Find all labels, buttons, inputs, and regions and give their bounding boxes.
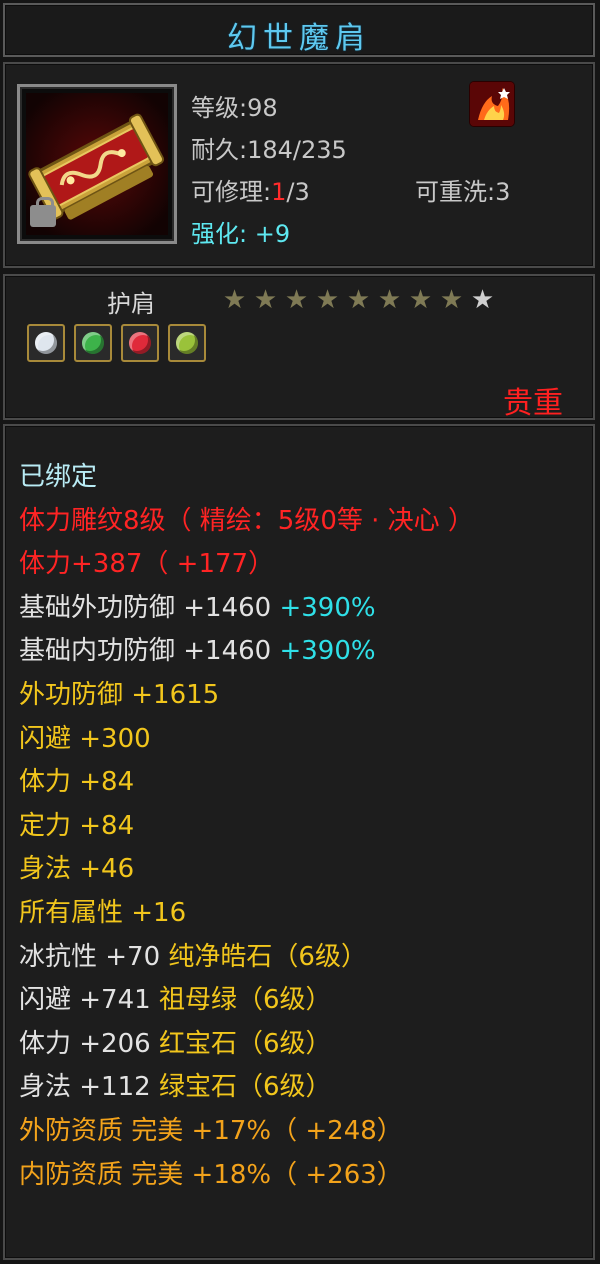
item-header-panel: 等级:98 耐久:184/235 可修理:1/3 可重洗:3 强化: +9 xyxy=(3,62,595,268)
rarity-label: 贵重 xyxy=(503,386,563,421)
stat-label: 基础外功防御 +1460 xyxy=(19,593,280,623)
item-level: 等级:98 xyxy=(191,94,278,122)
item-stats-panel: 已绑定 体力雕纹8级（ 精绘：5级0等 · 决心 ） 体力+387（ +177）… xyxy=(3,424,595,1260)
bound-status: 已绑定 xyxy=(19,462,98,492)
stat-percent: +390% xyxy=(279,593,376,623)
gem-name: 绿宝石（6级） xyxy=(158,1072,332,1102)
gem-name: 纯净皓石（6级） xyxy=(168,942,367,972)
gem-name: 红宝石（6级） xyxy=(158,1029,332,1059)
repair-label: 可修理: xyxy=(191,178,272,206)
stamina-stat: 体力 +84 xyxy=(19,767,135,797)
star-lit-icon: ★ xyxy=(315,285,340,315)
green-peridot-gem-icon[interactable] xyxy=(168,324,206,362)
gem-sockets xyxy=(27,324,215,366)
stat-label: 体力 +206 xyxy=(19,1029,159,1059)
inner-defense-aptitude: 内防资质 完美 +18%（ +263） xyxy=(19,1160,403,1190)
gem-stat-dodge: 闪避 +741 祖母绿（6级） xyxy=(19,979,332,1016)
item-title-bar: 幻世魔肩 xyxy=(3,3,595,57)
fire-school-icon xyxy=(470,82,514,126)
stat-label: 身法 +112 xyxy=(19,1072,159,1102)
repair-used: 1 xyxy=(271,178,287,206)
gem-name: 祖母绿（6级） xyxy=(158,985,332,1015)
stat-label: 基础内功防御 +1460 xyxy=(19,636,280,666)
gem-stat-stamina: 体力 +206 红宝石（6级） xyxy=(19,1023,332,1060)
item-repair-count: 可修理:1/3 xyxy=(191,172,310,207)
item-durability: 耐久:184/235 xyxy=(191,136,347,164)
item-enhance: 强化: +9 xyxy=(191,214,290,249)
agility-stat: 身法 +46 xyxy=(19,854,135,884)
outer-defense-aptitude: 外防资质 完美 +17%（ +248） xyxy=(19,1116,403,1146)
star-lit-icon: ★ xyxy=(222,285,247,315)
all-attributes-stat: 所有属性 +16 xyxy=(19,898,187,928)
star-lit-icon: ★ xyxy=(284,285,309,315)
dodge-stat: 闪避 +300 xyxy=(19,724,151,754)
engraving-stamina-stat: 体力+387（ +177） xyxy=(19,549,275,579)
stat-percent: +390% xyxy=(279,636,376,666)
star-empty-icon: ★ xyxy=(470,285,495,315)
base-outer-defense-stat: 基础外功防御 +1460 +390% xyxy=(19,587,376,624)
engraving-line: 体力雕纹8级（ 精绘：5级0等 · 决心 ） xyxy=(19,506,474,536)
white-diamond-gem-icon[interactable] xyxy=(27,324,65,362)
repair-total: /3 xyxy=(286,178,310,206)
equipment-slot-label: 护肩 xyxy=(107,290,155,318)
stat-label: 闪避 +741 xyxy=(19,985,159,1015)
focus-stat: 定力 +84 xyxy=(19,811,135,841)
item-slot-panel: 护肩 ★ ★ ★ ★ ★ ★ ★ ★ ★ 贵重 xyxy=(3,274,595,421)
base-inner-defense-stat: 基础内功防御 +1460 +390% xyxy=(19,630,376,667)
enhance-value: +9 xyxy=(254,220,291,248)
star-lit-icon: ★ xyxy=(377,285,402,315)
star-lit-icon: ★ xyxy=(346,285,371,315)
item-icon-frame[interactable] xyxy=(17,84,177,244)
green-emerald-gem-icon[interactable] xyxy=(74,324,112,362)
red-ruby-gem-icon[interactable] xyxy=(121,324,159,362)
item-rewash-count: 可重洗:3 xyxy=(415,178,511,206)
stat-label: 冰抗性 +70 xyxy=(19,942,169,972)
gem-stat-agility: 身法 +112 绿宝石（6级） xyxy=(19,1066,332,1103)
enhance-label: 强化: xyxy=(191,220,248,248)
star-lit-icon: ★ xyxy=(439,285,464,315)
star-lit-icon: ★ xyxy=(253,285,278,315)
star-lit-icon: ★ xyxy=(408,285,433,315)
star-rating: ★ ★ ★ ★ ★ ★ ★ ★ ★ xyxy=(219,286,498,314)
bound-lock-icon xyxy=(30,197,56,227)
gem-stat-ice-resist: 冰抗性 +70 纯净皓石（6级） xyxy=(19,936,367,973)
item-name: 幻世魔肩 xyxy=(227,21,371,56)
outer-defense-stat: 外功防御 +1615 xyxy=(19,680,220,710)
